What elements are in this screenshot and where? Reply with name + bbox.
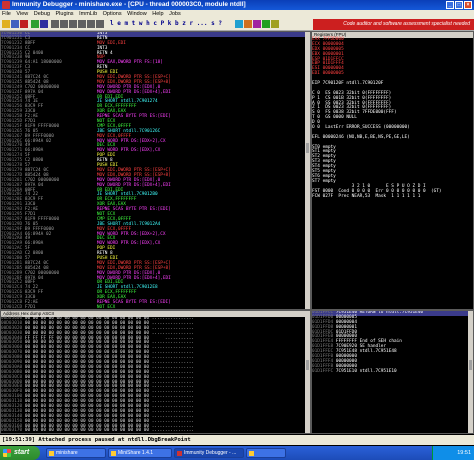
registers-list: EAX 7FFDD000 ECX 00000004 EDX 00000005 EBX … <box>312 37 473 200</box>
stack-pane[interactable]: 01D1FFCC 7C951E40 RETURN to ntdll.7C951E… <box>311 310 474 434</box>
menu-options[interactable]: Options <box>101 11 124 17</box>
run-icon[interactable] <box>31 20 39 28</box>
start-button[interactable]: start <box>0 446 40 460</box>
task-immunity-debugger[interactable]: Immunity Debugger - ... <box>174 448 244 458</box>
script-icon[interactable] <box>244 20 252 28</box>
graph-icon[interactable] <box>262 20 270 28</box>
goto-icon[interactable] <box>96 20 104 28</box>
close-process-icon[interactable] <box>20 20 28 28</box>
menu-bar: File View Debug Plugins ImmLib Options W… <box>0 10 474 19</box>
disassembly-pane[interactable]: 7C901230 CC INT3 7C901231 C3 RETN 7C901232 8… <box>0 31 311 310</box>
windows-flag-icon <box>3 449 11 457</box>
menu-view[interactable]: View <box>14 11 30 17</box>
step-over-icon[interactable] <box>60 20 68 28</box>
maximize-button[interactable]: □ <box>455 1 463 9</box>
dump-address: 00D03170 <box>1 428 23 434</box>
system-tray: 19:51 <box>432 446 474 460</box>
disassembly-scrollbar[interactable] <box>305 32 310 309</box>
stack-value: 7C951E10 <box>335 368 357 374</box>
pause-icon[interactable] <box>40 20 48 28</box>
app-icon <box>111 451 116 456</box>
stack-address: 01D1FFFC <box>312 368 334 374</box>
restart-icon[interactable] <box>11 20 19 28</box>
stack-comment: ntdll.7C951E48 <box>359 349 397 355</box>
python-icon[interactable] <box>235 20 243 28</box>
task-minishare-console[interactable]: minishare <box>46 448 106 458</box>
ad-banner[interactable]: Code auditor and software assessment spe… <box>313 19 474 30</box>
dump-row[interactable]: 00D03170 00 00 00 00 00 00 00 00 00 00 0… <box>1 428 310 434</box>
window-shortcut-letters[interactable]: l e m t w h c P k b z r ... s ? <box>110 19 222 29</box>
task-label: MiniShare 1.4.1 <box>118 450 154 456</box>
taskbar: start minishare MiniShare 1.4.1 Immunity… <box>0 446 474 460</box>
register-line[interactable]: FCW 027F Prec NEAR,53 Mask 1 1 1 1 1 1 <box>312 194 473 200</box>
open-icon[interactable] <box>2 20 10 28</box>
task-label: minishare <box>56 450 78 456</box>
task-label: Immunity Debugger - ... <box>184 450 237 456</box>
close-button[interactable]: × <box>464 1 472 9</box>
menu-window[interactable]: Window <box>125 11 149 17</box>
toolbar: l e m t w h c P k b z r ... s ? Code aud… <box>0 19 474 31</box>
task-other[interactable] <box>246 448 286 458</box>
menu-immlib[interactable]: ImmLib <box>77 11 99 17</box>
clock: 19:51 <box>457 450 471 456</box>
disassembly-list: 7C901230 CC INT3 7C901231 C3 RETN 7C901232 8… <box>1 32 310 309</box>
execute-till-return-icon[interactable] <box>87 20 95 28</box>
task-minishare-app[interactable]: MiniShare 1.4.1 <box>108 448 172 458</box>
minimize-button[interactable]: _ <box>446 1 454 9</box>
trace-into-icon[interactable] <box>69 20 77 28</box>
menu-jobs[interactable]: Jobs <box>167 11 183 17</box>
registers-pane[interactable]: Registers (FPU) EAX 7FFDD000 ECX 00000004… <box>311 31 474 310</box>
menu-debug[interactable]: Debug <box>32 11 52 17</box>
dump-hex: 00 00 00 00 00 00 00 00 00 00 00 00 00 0… <box>24 428 150 434</box>
dump-scrollbar[interactable] <box>305 311 310 433</box>
dump-ascii: ................ <box>151 428 195 434</box>
stack-comment: ntdll.7C951E10 <box>359 368 397 374</box>
console-icon <box>49 451 54 456</box>
trace-over-icon[interactable] <box>78 20 86 28</box>
debugger-icon <box>177 451 182 456</box>
stack-scrollbar[interactable] <box>468 311 473 433</box>
stack-list: 01D1FFCC 7C951E40 RETURN to ntdll.7C951E… <box>312 311 473 375</box>
window-icon <box>249 451 254 456</box>
stack-row[interactable]: 01D1FFFC 7C951E10 ntdll.7C951E10 <box>312 368 473 375</box>
window-title: Immunity Debugger - minishare.exe - [CPU… <box>12 1 246 8</box>
status-bar: [19:51:39] Attached process paused at nt… <box>0 435 474 445</box>
menu-file[interactable]: File <box>0 11 13 17</box>
title-bar: Immunity Debugger - minishare.exe - [CPU… <box>0 0 474 10</box>
step-into-icon[interactable] <box>51 20 59 28</box>
log-icon[interactable] <box>271 20 279 28</box>
app-icon <box>2 1 10 9</box>
stack-comment: RETURN to ntdll.7C951E40 <box>359 310 424 315</box>
menu-help[interactable]: Help <box>150 11 165 17</box>
dump-list: 00D03000 00 00 00 00 00 00 00 00 00 00 0… <box>1 316 310 434</box>
start-label: start <box>14 449 30 456</box>
menu-plugins[interactable]: Plugins <box>54 11 76 17</box>
pycommands-icon[interactable] <box>253 20 261 28</box>
dump-pane[interactable]: Address Hex dump ASCII 00D03000 00 00 00… <box>0 310 311 434</box>
